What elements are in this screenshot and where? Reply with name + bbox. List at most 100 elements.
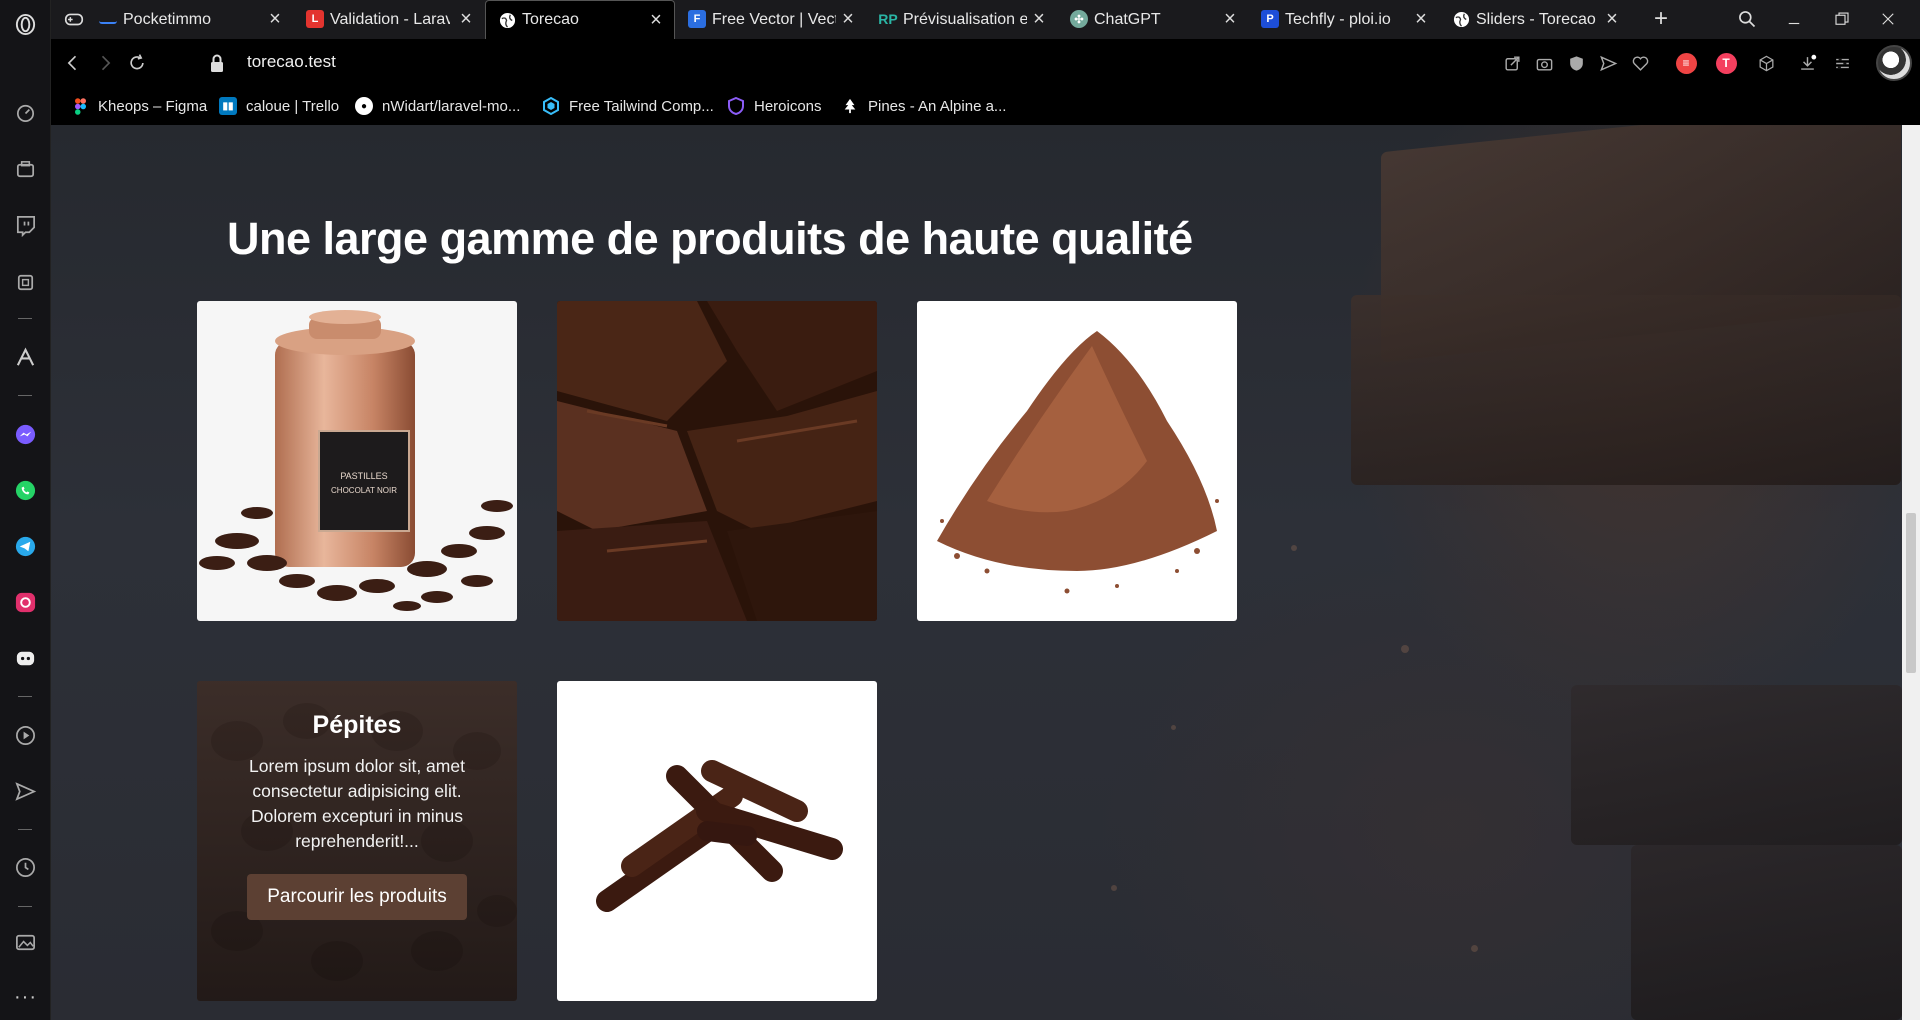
profile-avatar[interactable] xyxy=(1876,45,1912,81)
close-tab-icon[interactable]: × xyxy=(1029,9,1049,29)
close-tab-icon[interactable]: × xyxy=(646,10,666,30)
more-icon[interactable]: ··· xyxy=(13,985,38,1010)
player-icon[interactable] xyxy=(13,723,38,748)
cube-icon[interactable] xyxy=(1755,52,1777,74)
chocolate-sticks-image xyxy=(596,760,843,912)
search-tabs-icon[interactable] xyxy=(1734,6,1760,32)
background-chocolate-block xyxy=(1351,295,1901,485)
bookmark-github[interactable]: ● nWidart/laravel-mo... xyxy=(355,95,520,117)
send-to-icon[interactable] xyxy=(1597,52,1619,74)
camera-icon[interactable] xyxy=(1533,52,1555,74)
gallery-icon[interactable] xyxy=(13,930,38,955)
opera-logo-icon[interactable] xyxy=(13,12,38,37)
ploi-icon: P xyxy=(1261,10,1279,28)
tab-previsualisation[interactable]: RP Prévisualisation et × xyxy=(867,0,1057,39)
twitch-icon[interactable] xyxy=(13,213,38,238)
browse-products-button[interactable]: Parcourir les produits xyxy=(247,874,467,920)
new-tab-icon[interactable]: + xyxy=(1648,5,1674,32)
page-scrollbar[interactable] xyxy=(1902,125,1920,1020)
line-icon xyxy=(99,14,117,24)
close-tab-icon[interactable]: × xyxy=(265,9,285,29)
globe-icon xyxy=(498,11,516,29)
background-chocolate-block xyxy=(1571,685,1902,845)
product-card-description: Lorem ipsum dolor sit, amet consectetur … xyxy=(249,756,465,851)
bookmark-figma[interactable]: Kheops – Figma xyxy=(71,95,207,117)
opera-sidebar: ··· xyxy=(0,0,51,1020)
svg-text:PASTILLES: PASTILLES xyxy=(340,471,387,481)
address-bar: torecao.test ≡ T xyxy=(51,39,1920,87)
share-icon[interactable] xyxy=(1501,52,1523,74)
sidebar-separator xyxy=(18,318,32,319)
sidebar-separator xyxy=(18,906,32,907)
close-window-icon[interactable] xyxy=(1875,6,1901,32)
close-tab-icon[interactable]: × xyxy=(838,9,858,29)
whatsapp-icon[interactable] xyxy=(13,478,38,503)
tab-pocketimmo[interactable]: Pocketimmo × xyxy=(87,0,293,39)
close-tab-icon[interactable]: × xyxy=(1220,9,1240,29)
download-icon[interactable] xyxy=(1796,52,1818,74)
forward-icon[interactable] xyxy=(93,51,117,75)
close-tab-icon[interactable]: × xyxy=(456,9,476,29)
tab-sliders-torecao[interactable]: Sliders - Torecao × xyxy=(1440,0,1630,39)
sidebar-separator xyxy=(18,696,32,697)
bookmark-heroicons[interactable]: Heroicons xyxy=(727,95,822,117)
restore-icon[interactable] xyxy=(1829,6,1855,32)
messenger-icon[interactable] xyxy=(13,422,38,447)
lock-icon[interactable] xyxy=(207,52,227,74)
gamepad-icon[interactable] xyxy=(61,6,87,32)
easy-setup-icon[interactable] xyxy=(1831,52,1853,74)
background-chocolate-block xyxy=(1631,845,1902,1020)
cocoa-speck xyxy=(1471,945,1478,952)
aria-icon[interactable] xyxy=(13,345,38,370)
close-tab-icon[interactable]: × xyxy=(1411,9,1431,29)
back-icon[interactable] xyxy=(61,51,85,75)
reload-icon[interactable] xyxy=(125,51,149,75)
history-icon[interactable] xyxy=(13,855,38,880)
globe-icon xyxy=(1452,10,1470,28)
close-tab-icon[interactable]: × xyxy=(1602,9,1622,29)
tab-chatgpt[interactable]: ✣ ChatGPT × xyxy=(1058,0,1248,39)
product-card-poudre[interactable] xyxy=(917,301,1237,621)
tab-techfly-ploi[interactable]: P Techfly - ploi.io × xyxy=(1249,0,1439,39)
workspaces-icon[interactable] xyxy=(13,157,38,182)
page-viewport: Une large gamme de produits de haute qua… xyxy=(51,125,1902,1020)
telegram-icon[interactable] xyxy=(13,534,38,559)
heart-icon[interactable] xyxy=(1629,52,1651,74)
send-icon[interactable] xyxy=(13,779,38,804)
extension-red-icon[interactable]: ≡ xyxy=(1675,52,1697,74)
tab-validation-laravel[interactable]: L Validation - Laravel × xyxy=(294,0,484,39)
chip-icon[interactable] xyxy=(13,270,38,295)
bookmark-trello[interactable]: ▮▮ caloue | Trello xyxy=(219,95,339,117)
page-title: Une large gamme de produits de haute qua… xyxy=(227,213,1193,264)
github-icon: ● xyxy=(355,97,373,115)
trello-icon: ▮▮ xyxy=(219,97,237,115)
pastilles-jar-image: PASTILLES CHOCOLAT NOIR xyxy=(199,310,513,611)
tab-strip: Pocketimmo × L Validation - Laravel × To… xyxy=(51,0,1920,39)
shield-icon[interactable] xyxy=(1565,52,1587,74)
rp-icon: RP xyxy=(878,11,898,27)
cocoa-speck xyxy=(1401,645,1409,653)
laravel-icon: L xyxy=(306,10,324,28)
product-card-pastilles[interactable]: PASTILLES CHOCOLAT NOIR xyxy=(197,301,517,621)
product-card-blocs[interactable] xyxy=(557,301,877,621)
tab-free-vector[interactable]: F Free Vector | Vecte × xyxy=(676,0,866,39)
extension-torecao-icon[interactable]: T xyxy=(1715,52,1737,74)
cocoa-speck xyxy=(1291,545,1297,551)
url-field[interactable]: torecao.test xyxy=(247,52,336,72)
tab-torecao[interactable]: Torecao × xyxy=(485,0,675,39)
chatgpt-icon: ✣ xyxy=(1070,10,1088,28)
freepik-icon: F xyxy=(688,10,706,28)
scrollbar-thumb[interactable] xyxy=(1906,513,1916,673)
speed-dial-icon[interactable] xyxy=(13,100,38,125)
product-card-batons[interactable] xyxy=(557,681,877,1001)
discord-icon[interactable] xyxy=(13,646,38,671)
svg-text:CHOCOLAT NOIR: CHOCOLAT NOIR xyxy=(331,486,397,495)
minimize-icon[interactable] xyxy=(1781,6,1807,32)
instagram-icon[interactable] xyxy=(13,590,38,615)
bookmark-tailwind[interactable]: Free Tailwind Comp... xyxy=(542,95,714,117)
product-card-title: Pépites xyxy=(312,711,402,739)
pine-tree-icon xyxy=(841,97,859,115)
heroicons-icon xyxy=(727,97,745,115)
bookmark-pines[interactable]: Pines - An Alpine a... xyxy=(841,95,1006,117)
product-card-pepites[interactable]: Pépites Lorem ipsum dolor sit, amet cons… xyxy=(197,681,517,1001)
